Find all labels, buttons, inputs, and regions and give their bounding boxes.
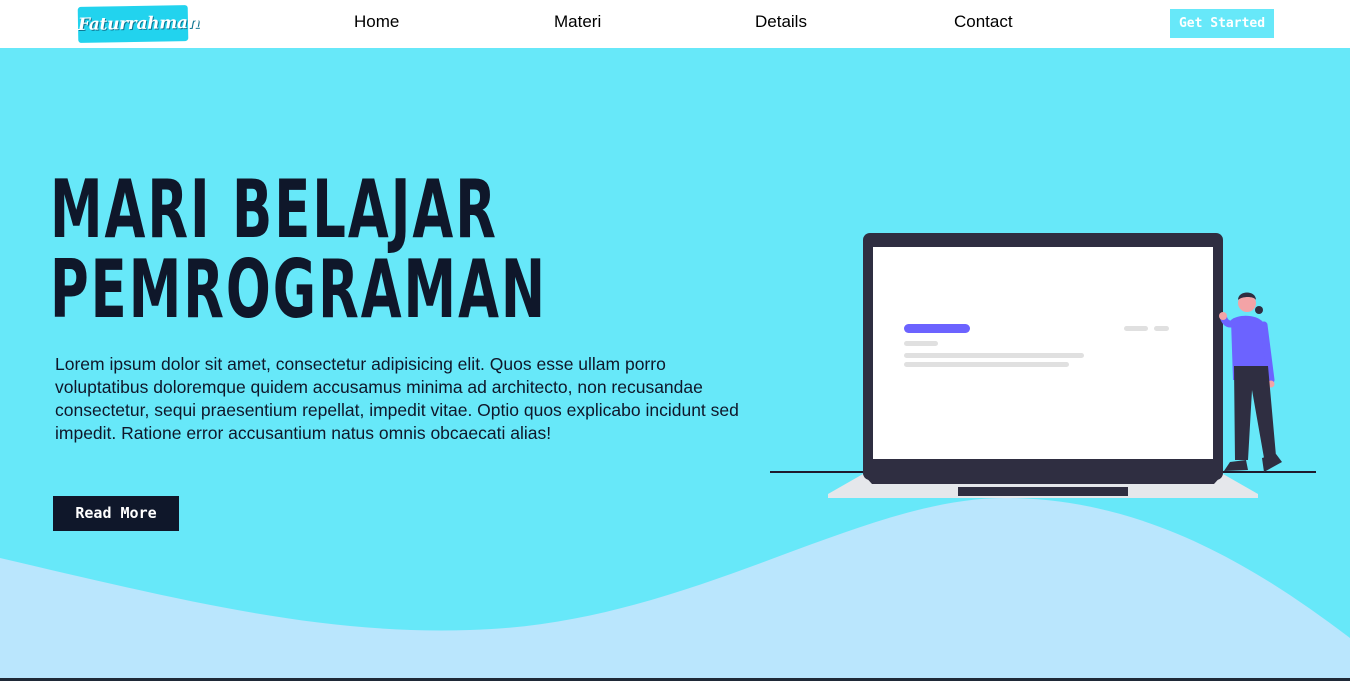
screen-accent-bar bbox=[904, 324, 970, 333]
get-started-button[interactable]: Get Started bbox=[1170, 9, 1274, 38]
nav-link-materi[interactable]: Materi bbox=[554, 11, 601, 33]
laptop-person-illustration bbox=[770, 233, 1316, 498]
laptop-notch bbox=[958, 487, 1128, 496]
read-more-button[interactable]: Read More bbox=[53, 496, 179, 531]
nav-link-contact[interactable]: Contact bbox=[954, 11, 1013, 33]
screen-line-3 bbox=[904, 362, 1069, 367]
navbar: Faturrahman Home Materi Details Contact … bbox=[0, 0, 1350, 48]
hero-title-line-1: MARI BELAJAR bbox=[50, 163, 498, 256]
screen-line-1 bbox=[904, 341, 938, 346]
screen-dot-1 bbox=[1124, 326, 1148, 331]
hero-wave bbox=[0, 497, 1350, 681]
brand-logo[interactable]: Faturrahman bbox=[77, 5, 200, 43]
hero-paragraph: Lorem ipsum dolor sit amet, consectetur … bbox=[55, 354, 739, 443]
nav-link-details[interactable]: Details bbox=[755, 11, 807, 33]
nav-link-home[interactable]: Home bbox=[354, 11, 399, 33]
screen-line-2 bbox=[904, 353, 1084, 358]
person-figure bbox=[1219, 292, 1282, 472]
screen-dot-2 bbox=[1154, 326, 1169, 331]
hero-title: MARI BELAJAR PEMROGRAMAN bbox=[50, 163, 548, 336]
hero-title-line-2: PEMROGRAMAN bbox=[50, 243, 548, 336]
